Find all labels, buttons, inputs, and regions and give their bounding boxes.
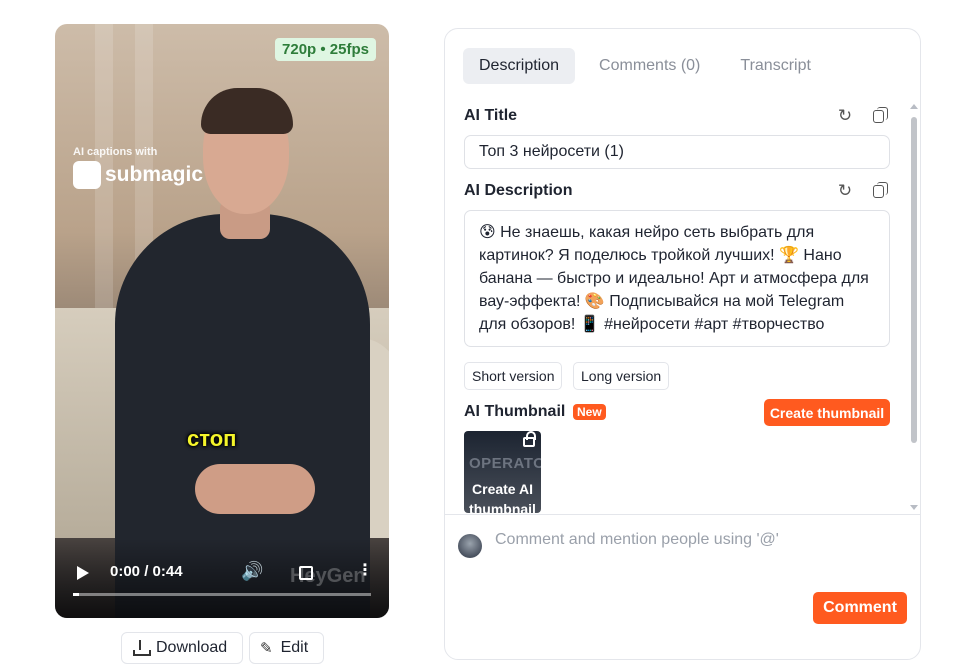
short-version-button[interactable]: Short version	[464, 362, 563, 390]
person-hands	[195, 464, 315, 514]
download-button[interactable]: Download	[121, 632, 243, 664]
submagic-logo-icon	[73, 161, 101, 189]
fullscreen-icon[interactable]	[299, 566, 313, 580]
edit-label: Edit	[280, 639, 309, 656]
tab-bar: Description Comments (0) Transcript	[463, 48, 827, 84]
ai-title-field[interactable]: Топ 3 нейросети (1)	[464, 135, 890, 169]
thumbnail-cta: Create AI thumbnail	[469, 481, 536, 513]
video-player[interactable]: 720p • 25fps AI captions with submagic с…	[55, 24, 389, 618]
ai-thumbnail-card[interactable]: OPERATOR Create AI thumbnail	[464, 431, 541, 513]
tab-transcript[interactable]: Transcript	[724, 48, 827, 84]
thumbnail-title: OPERATOR	[469, 455, 541, 472]
quality-badge: 720p • 25fps	[275, 38, 376, 61]
comment-submit-button[interactable]: Comment	[813, 592, 907, 624]
caption-promo: AI captions with submagic	[73, 146, 203, 189]
copy-description-icon[interactable]	[869, 182, 888, 200]
scroll-up-arrow[interactable]	[910, 104, 918, 109]
promo-brand: submagic	[73, 161, 203, 189]
copy-icon	[872, 107, 888, 123]
new-badge: New	[573, 404, 606, 420]
download-icon	[132, 640, 151, 656]
lock-icon	[523, 431, 536, 447]
create-thumbnail-button[interactable]: Create thumbnail	[764, 399, 890, 426]
regenerate-description-icon[interactable]: ↻	[836, 182, 854, 200]
divider	[445, 514, 920, 515]
play-icon[interactable]	[77, 566, 89, 580]
avatar	[458, 534, 482, 558]
promo-brand-text: submagic	[105, 163, 204, 186]
more-options-icon[interactable]: ⋮	[357, 560, 373, 580]
copy-title-icon[interactable]	[869, 107, 888, 125]
promo-caption-text: AI captions with	[73, 146, 158, 158]
scroll-down-arrow[interactable]	[910, 505, 918, 510]
ai-description-field[interactable]: 😰 Не знаешь, какая нейро сеть выбрать дл…	[464, 210, 890, 347]
video-controls: 0:00 / 0:44 HeyGen 🔊 ⋮	[55, 538, 389, 618]
pencil-icon: ✎	[260, 640, 273, 657]
scrollbar-thumb[interactable]	[911, 117, 917, 443]
download-label: Download	[156, 639, 228, 656]
details-panel: Description Comments (0) Transcript AI T…	[444, 28, 921, 660]
tab-description[interactable]: Description	[463, 48, 576, 84]
video-progress-fill	[73, 593, 79, 596]
video-progress-bar[interactable]	[73, 593, 371, 596]
ai-description-label: AI Description	[464, 182, 573, 199]
person-hair	[201, 88, 293, 134]
ai-title-label: AI Title	[464, 107, 518, 124]
video-time: 0:00 / 0:44	[110, 563, 183, 580]
copy-icon	[872, 182, 888, 198]
volume-icon[interactable]: 🔊	[241, 561, 263, 582]
tab-comments[interactable]: Comments (0)	[583, 48, 716, 84]
long-version-button[interactable]: Long version	[573, 362, 670, 390]
regenerate-title-icon[interactable]: ↻	[836, 107, 854, 125]
video-subtitle: стоп	[187, 426, 237, 451]
comment-input[interactable]: Comment and mention people using '@'	[495, 531, 895, 549]
ai-thumbnail-label: AI Thumbnail	[464, 403, 566, 420]
edit-button[interactable]: ✎ Edit	[249, 632, 324, 664]
